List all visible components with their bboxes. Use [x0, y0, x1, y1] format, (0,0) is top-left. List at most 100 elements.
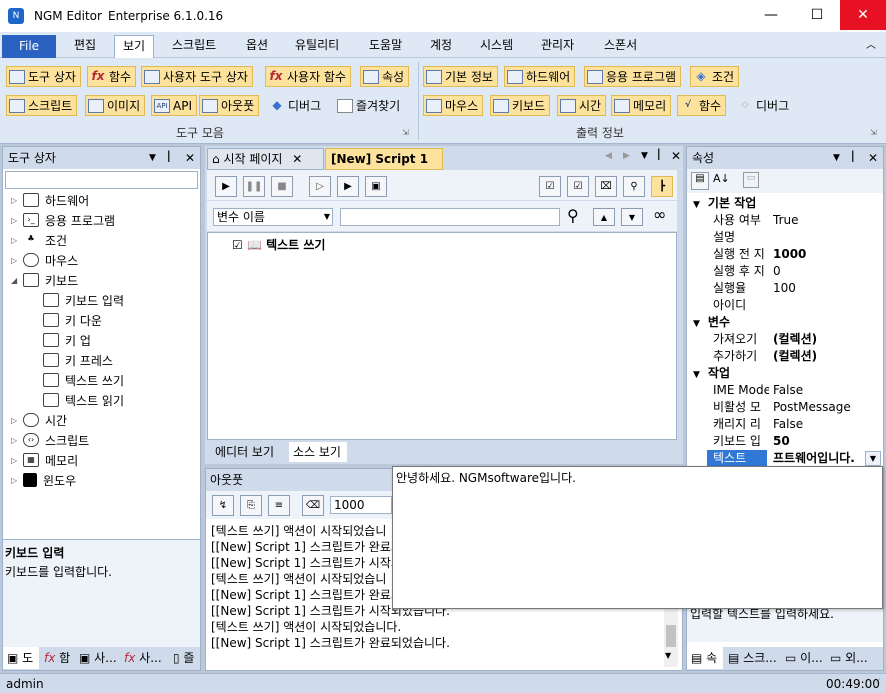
menu-sponsor[interactable]: 스폰서: [596, 35, 645, 58]
eraser-button[interactable]: ⌫: [302, 495, 324, 516]
property-pages-icon[interactable]: ▭: [743, 172, 759, 188]
prop-inactive-mode[interactable]: 비활성 모 PostMessage: [687, 399, 877, 416]
tab-script-1[interactable]: [New] Script 1 ✕: [325, 148, 443, 186]
tab-user-toolbox[interactable]: ▣ 사...: [75, 647, 119, 669]
tree-mouse[interactable]: ▷ 마우스: [11, 251, 78, 269]
stop-button[interactable]: ■: [271, 176, 293, 197]
check-all-button[interactable]: ☑: [539, 176, 561, 197]
action-text-write[interactable]: ☑ 📖 텍스트 쓰기: [232, 236, 325, 253]
tab-script-list[interactable]: ▤ 스크...: [724, 647, 780, 669]
prop-ime-mode[interactable]: IME Mode False: [687, 382, 877, 399]
tab-toolbox[interactable]: ▣ 도: [3, 647, 39, 669]
menu-options[interactable]: 옵션: [238, 35, 276, 58]
favorites-button[interactable]: 즐겨찾기: [334, 95, 405, 116]
basic-info-button[interactable]: 기본 정보: [423, 66, 498, 87]
expand-icon[interactable]: ▷: [11, 456, 23, 465]
prop-delay-after[interactable]: 실행 후 지0: [687, 263, 877, 280]
tab-scroll-left-icon[interactable]: ◀: [605, 151, 612, 161]
expand-icon[interactable]: ▷: [11, 476, 23, 485]
category-variable[interactable]: ▼ 변수: [687, 314, 877, 331]
tree-time[interactable]: ▷ 시간: [11, 411, 67, 429]
tree-text-read[interactable]: 텍스트 읽기: [43, 391, 124, 409]
scrollbar-thumb[interactable]: [666, 625, 676, 647]
tab-start-page[interactable]: ⌂ 시작 페이지 ✕: [207, 148, 324, 170]
prop-add[interactable]: 추가하기 (컬렉션): [687, 348, 877, 365]
copy-log-button[interactable]: ⎘: [240, 495, 262, 516]
tab-list-icon[interactable]: ▼: [641, 151, 648, 161]
script-button[interactable]: 스크립트: [6, 95, 78, 116]
group-toolbars-launcher-icon[interactable]: ⇲: [402, 128, 409, 137]
expand-icon[interactable]: ▷: [11, 436, 23, 445]
minimize-button[interactable]: —: [748, 0, 794, 30]
output-button[interactable]: 아웃풋: [199, 95, 260, 116]
hardware-button[interactable]: 하드웨어: [504, 66, 576, 87]
user-function-button[interactable]: fx 사용자 함수: [265, 66, 352, 87]
menu-script[interactable]: 스크립트: [164, 35, 224, 58]
user-toolbox-button[interactable]: 사용자 도구 상자: [141, 66, 253, 87]
api-button[interactable]: API API: [151, 95, 197, 116]
collapse-icon[interactable]: ◢: [11, 276, 23, 285]
tab-function[interactable]: fx 함: [40, 647, 74, 669]
editor-close-icon[interactable]: ✕: [671, 149, 681, 163]
keyboard-button[interactable]: 키보드: [490, 95, 551, 116]
tree-keyboard-input[interactable]: 키보드 입력: [43, 291, 124, 309]
text-dropdown-icon[interactable]: ▼: [865, 451, 881, 466]
collapse-icon[interactable]: ▼: [693, 319, 700, 329]
collapse-icon[interactable]: ▼: [693, 200, 700, 210]
tree-keyboard[interactable]: ◢ 키보드: [11, 271, 78, 289]
application-button[interactable]: 응용 프로그램: [584, 66, 682, 87]
expand-icon[interactable]: ▷: [11, 236, 23, 245]
prop-run-rate[interactable]: 실행율 100: [687, 280, 877, 297]
tab-scroll-right-icon[interactable]: ▶: [623, 151, 630, 161]
function-button[interactable]: fx 함수: [87, 66, 137, 87]
clear-log-button[interactable]: ↯: [212, 495, 234, 516]
search-icon[interactable]: ⚲: [623, 176, 645, 197]
step-button[interactable]: ▷: [309, 176, 331, 197]
variable-select[interactable]: 변수 이름 ▼: [213, 208, 333, 226]
menu-system[interactable]: 시스템: [472, 35, 521, 58]
prop-get[interactable]: 가져오기 (컬렉션): [687, 331, 877, 348]
resize-grip-icon[interactable]: ⋰: [872, 678, 881, 688]
prop-keyboard-delay[interactable]: 키보드 입 50: [687, 433, 877, 450]
pin-icon[interactable]: ꟾ: [657, 149, 661, 163]
image-button[interactable]: 이미지: [85, 95, 146, 116]
menu-file[interactable]: File: [2, 35, 56, 58]
tab-favorites[interactable]: ▯ 즐: [169, 647, 200, 669]
menu-account[interactable]: 계정: [422, 35, 460, 58]
output-function-button[interactable]: √ 함수: [677, 95, 727, 116]
tab-editor-view[interactable]: 에디터 보기: [211, 442, 287, 462]
tab-properties[interactable]: ▤ 속: [687, 647, 723, 669]
tab-user-function[interactable]: fx 사...: [120, 647, 168, 669]
group-output-launcher-icon[interactable]: ⇲: [870, 128, 877, 137]
menu-utility[interactable]: 유틸리티: [287, 35, 347, 58]
sort-az-icon[interactable]: A↓: [713, 172, 730, 185]
pin-icon[interactable]: ꟾ: [851, 147, 855, 169]
move-down-button[interactable]: ▼: [621, 208, 643, 226]
tab-images[interactable]: ▭ 이...: [781, 647, 825, 669]
prop-enabled[interactable]: 사용 여부 True: [687, 212, 877, 229]
tree-key-press[interactable]: 키 프레스: [43, 351, 113, 369]
run-to-button[interactable]: ▣: [365, 176, 387, 197]
menu-help[interactable]: 도움말: [361, 35, 410, 58]
infinity-icon[interactable]: ∞: [653, 205, 666, 224]
text-popup-editor[interactable]: 안녕하세요. NGMsoftware입니다.: [392, 466, 883, 609]
log-count-input[interactable]: 1000: [330, 496, 392, 514]
close-button[interactable]: ✕: [840, 0, 886, 30]
move-up-button[interactable]: ▲: [593, 208, 615, 226]
debug-button[interactable]: ◆ 디버그: [266, 95, 326, 116]
prop-carriage-return[interactable]: 캐리지 리 False: [687, 416, 877, 433]
panel-close-icon[interactable]: ✕: [868, 147, 878, 169]
tab-external[interactable]: ▭ 외...: [826, 647, 883, 669]
tab-source-view[interactable]: 소스 보기: [289, 442, 347, 462]
tree-window[interactable]: ▷ 윈도우: [11, 471, 76, 489]
run-selected-button[interactable]: ▶: [337, 176, 359, 197]
script-canvas[interactable]: ☑ 📖 텍스트 쓰기: [207, 232, 677, 440]
expand-icon[interactable]: ▷: [11, 416, 23, 425]
maximize-button[interactable]: ☐: [794, 0, 840, 30]
tree-hardware[interactable]: ▷ 하드웨어: [11, 191, 89, 209]
prop-description[interactable]: 설명: [687, 229, 877, 246]
prop-text[interactable]: 텍스트 프트웨어입니다. ▼: [687, 450, 881, 467]
pause-button[interactable]: ❚❚: [243, 176, 265, 197]
search-icon[interactable]: ⚲: [567, 206, 579, 225]
tree-view-button[interactable]: ┣: [651, 176, 673, 197]
